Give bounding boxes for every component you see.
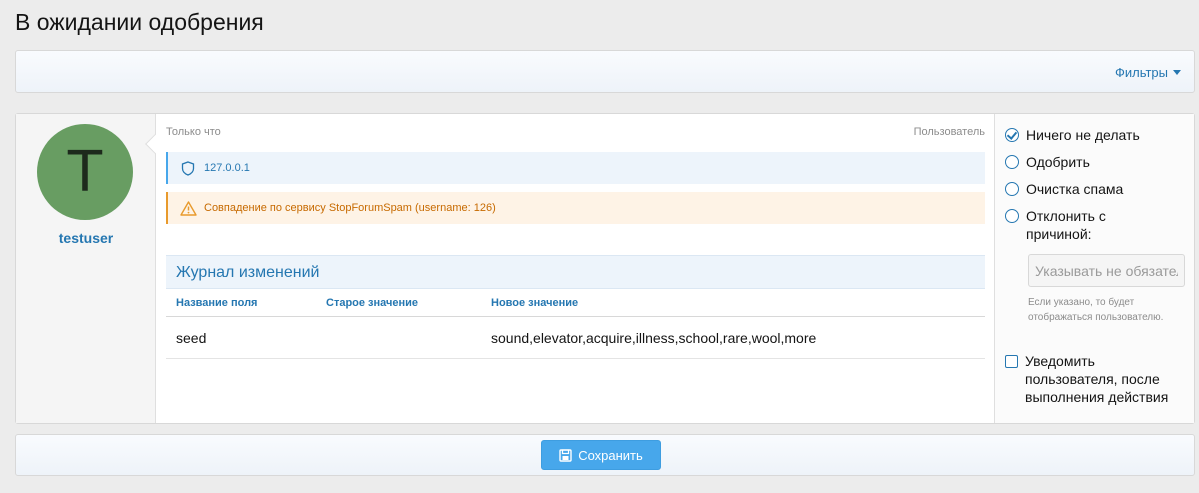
warning-text: Совпадение по сервису StopForumSpam (use… <box>204 202 496 214</box>
save-button[interactable]: Сохранить <box>541 440 661 470</box>
reject-reason-input[interactable] <box>1028 254 1185 287</box>
avatar[interactable]: T <box>37 124 133 220</box>
radio-label: Отклонить с причиной: <box>1026 208 1106 242</box>
filter-bar: Фильтры <box>15 50 1195 93</box>
filters-label: Фильтры <box>1114 65 1168 80</box>
radio-label: Ничего не делать <box>1026 127 1140 143</box>
caret-down-icon <box>1173 70 1181 75</box>
save-icon <box>559 448 572 462</box>
col-old-value: Старое значение <box>326 297 419 309</box>
entry-time: Только что <box>166 126 221 138</box>
approval-entry: T testuser Только что Пользователь 127.0… <box>15 113 1195 424</box>
radio-do-nothing[interactable]: Ничего не делать <box>1005 126 1190 144</box>
radio-spam-clean[interactable]: Очистка спама <box>1005 180 1190 198</box>
radio-label: Одобрить <box>1026 154 1090 170</box>
col-field-name: Название поля <box>176 297 258 309</box>
spam-warning: Совпадение по сервису StopForumSpam (use… <box>166 192 985 224</box>
notify-user-checkbox[interactable]: Уведомить пользователя, после выполнения… <box>1005 352 1175 406</box>
warning-icon <box>180 200 197 216</box>
radio-checked-icon[interactable] <box>1005 128 1019 142</box>
change-log: Журнал изменений Название поля Старое зн… <box>166 255 985 359</box>
reason-hint: Если указано, то будет отображаться поль… <box>1028 297 1164 323</box>
username-link[interactable]: testuser <box>16 230 156 246</box>
notify-label: Уведомить пользователя, после выполнения… <box>1025 353 1169 405</box>
cell-new: sound,elevator,acquire,illness,school,ra… <box>491 330 817 346</box>
radio-icon[interactable] <box>1005 182 1019 196</box>
save-label: Сохранить <box>578 447 643 463</box>
action-column: Ничего не делать Одобрить Очистка спама … <box>994 114 1194 423</box>
table-row: seed sound,elevator,acquire,illness,scho… <box>166 317 985 359</box>
radio-icon[interactable] <box>1005 155 1019 169</box>
radio-icon[interactable] <box>1005 209 1019 223</box>
page-title: В ожидании одобрения <box>15 9 264 35</box>
ip-info: 127.0.0.1 <box>166 152 985 184</box>
avatar-letter: T <box>67 139 103 205</box>
col-new-value: Новое значение <box>491 297 579 309</box>
ip-address: 127.0.0.1 <box>204 162 250 174</box>
entry-type: Пользователь <box>913 126 985 138</box>
radio-approve[interactable]: Одобрить <box>1005 153 1190 171</box>
change-log-header: Название поля Старое значение Новое знач… <box>166 289 985 317</box>
shield-icon <box>181 160 195 176</box>
radio-label: Очистка спама <box>1026 181 1124 197</box>
filters-button[interactable]: Фильтры <box>1115 65 1181 80</box>
cell-field: seed <box>176 330 207 346</box>
change-log-title: Журнал изменений <box>166 255 985 289</box>
radio-reject[interactable]: Отклонить с причиной: <box>1005 207 1155 243</box>
form-footer: Сохранить <box>15 434 1195 476</box>
checkbox-icon[interactable] <box>1005 355 1018 368</box>
user-column: T testuser <box>16 114 156 423</box>
entry-content: Только что Пользователь 127.0.0.1 Совпад… <box>166 114 985 423</box>
